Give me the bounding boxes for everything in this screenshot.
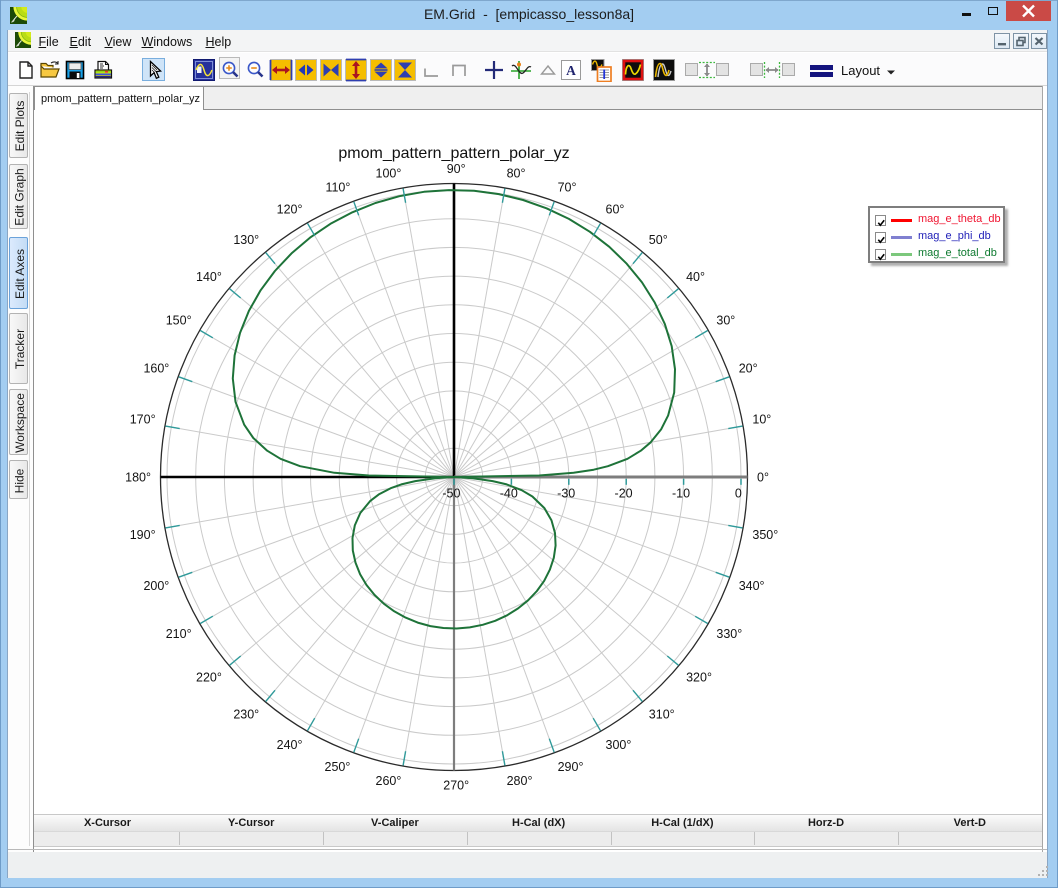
svg-text:180°: 180° — [125, 471, 151, 485]
svg-text:pmom_pattern_pattern_polar_yz: pmom_pattern_pattern_polar_yz — [338, 145, 569, 162]
svg-text:350°: 350° — [752, 528, 778, 542]
svg-text:0: 0 — [735, 487, 742, 501]
svg-text:10°: 10° — [752, 412, 771, 426]
svg-text:220°: 220° — [196, 670, 222, 684]
svg-text:280°: 280° — [507, 774, 533, 788]
svg-text:190°: 190° — [130, 528, 156, 542]
svg-text:120°: 120° — [277, 203, 303, 217]
svg-text:100°: 100° — [376, 167, 402, 181]
svg-text:320°: 320° — [686, 670, 712, 684]
svg-text:150°: 150° — [166, 314, 192, 328]
svg-text:200°: 200° — [143, 579, 169, 593]
svg-text:340°: 340° — [739, 579, 765, 593]
svg-text:130°: 130° — [233, 233, 259, 247]
svg-text:270°: 270° — [443, 779, 469, 793]
svg-text:30°: 30° — [716, 314, 735, 328]
svg-text:90°: 90° — [447, 162, 466, 176]
svg-text:40°: 40° — [686, 270, 705, 284]
svg-text:0°: 0° — [757, 471, 769, 485]
svg-text:170°: 170° — [130, 412, 156, 426]
svg-text:240°: 240° — [277, 738, 303, 752]
svg-text:310°: 310° — [649, 708, 675, 722]
svg-text:250°: 250° — [325, 760, 351, 774]
svg-text:-10: -10 — [672, 487, 690, 501]
svg-text:210°: 210° — [166, 627, 192, 641]
svg-text:70°: 70° — [558, 180, 577, 194]
svg-text:20°: 20° — [739, 361, 758, 375]
svg-text:-20: -20 — [615, 487, 633, 501]
svg-text:50°: 50° — [649, 233, 668, 247]
svg-text:330°: 330° — [716, 627, 742, 641]
svg-text:140°: 140° — [196, 270, 222, 284]
svg-text:-40: -40 — [500, 487, 518, 501]
svg-text:-30: -30 — [557, 487, 575, 501]
svg-text:110°: 110° — [325, 180, 350, 194]
svg-text:A: A — [566, 63, 576, 78]
svg-text:230°: 230° — [233, 708, 259, 722]
svg-text:80°: 80° — [507, 167, 526, 181]
svg-text:260°: 260° — [376, 774, 402, 788]
svg-text:300°: 300° — [606, 738, 632, 752]
svg-text:60°: 60° — [606, 203, 625, 217]
svg-text:-50: -50 — [442, 487, 460, 501]
svg-text:290°: 290° — [558, 760, 584, 774]
svg-text:160°: 160° — [143, 361, 169, 375]
